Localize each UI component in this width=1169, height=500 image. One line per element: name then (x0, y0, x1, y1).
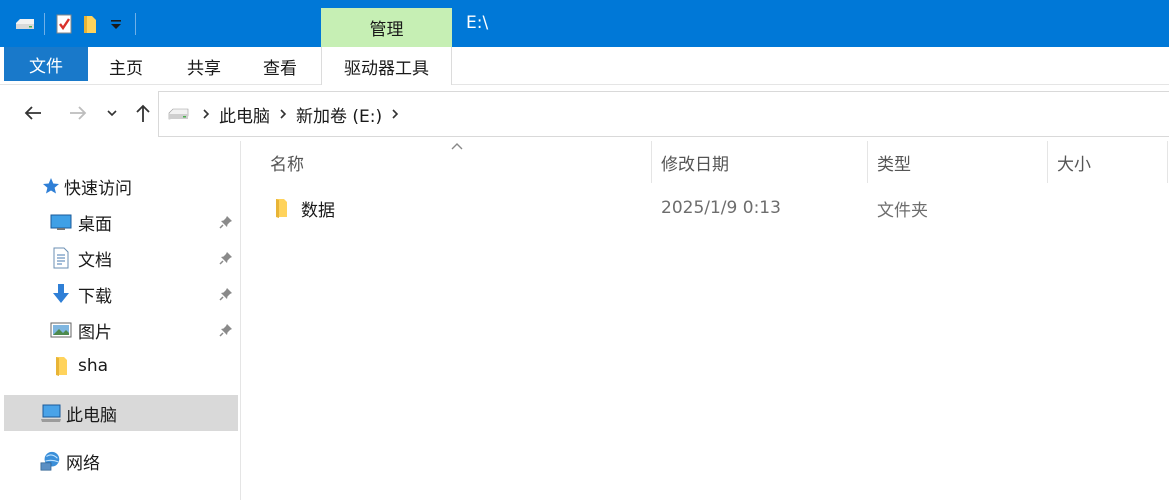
nav-label: 文档 (78, 250, 112, 271)
forward-arrow-icon (70, 106, 87, 120)
manage-tab[interactable]: 管理 (321, 8, 452, 47)
back-button[interactable] (20, 100, 46, 126)
computer-icon (40, 402, 62, 424)
nav-label: 桌面 (78, 214, 112, 235)
pin-icon[interactable] (218, 286, 234, 302)
drive-icon[interactable] (12, 10, 38, 38)
navigation-bar: 此电脑 新加卷 (E:) (0, 85, 1169, 141)
tab-view[interactable]: 查看 (248, 47, 312, 85)
quick-access-toolbar (12, 10, 142, 38)
window-title: E:\ (466, 13, 489, 33)
address-bar[interactable]: 此电脑 新加卷 (E:) (158, 91, 1169, 137)
pin-icon[interactable] (218, 250, 234, 266)
star-icon (40, 175, 62, 197)
nav-label: 下载 (78, 286, 112, 307)
nav-item-documents[interactable]: 文档 (50, 240, 238, 276)
chevron-right-icon[interactable] (390, 107, 400, 121)
nav-quick-access[interactable]: 快速访问 (40, 168, 238, 204)
forward-button[interactable] (65, 100, 91, 126)
ribbon-tabs: 文件 主页 共享 查看 驱动器工具 (0, 47, 1169, 85)
breadcrumb: 此电脑 新加卷 (E:) (191, 102, 400, 127)
document-icon (50, 247, 72, 269)
back-arrow-icon (24, 106, 41, 120)
column-divider[interactable] (651, 141, 652, 183)
folder-icon (50, 355, 72, 377)
file-type: 文件夹 (877, 200, 928, 221)
network-icon (40, 450, 62, 472)
new-folder-icon[interactable] (77, 10, 103, 38)
column-header-name[interactable]: 名称 (270, 141, 650, 183)
chevron-right-icon (280, 109, 287, 119)
table-row[interactable]: 数据 2025/1/9 0:13 文件夹 (242, 190, 1169, 226)
customize-toolbar-icon[interactable] (103, 10, 129, 38)
column-header-modified[interactable]: 修改日期 (661, 141, 861, 183)
pin-icon[interactable] (218, 322, 234, 338)
nav-item-sha[interactable]: sha (50, 348, 238, 384)
nav-item-desktop[interactable]: 桌面 (50, 204, 238, 240)
toolbar-divider (44, 13, 45, 35)
breadcrumb-volume-e[interactable]: 新加卷 (E:) (296, 102, 382, 127)
nav-label: 网络 (66, 453, 100, 474)
tab-home[interactable]: 主页 (94, 47, 158, 85)
column-divider[interactable] (1167, 141, 1168, 183)
file-modified: 2025/1/9 0:13 (661, 198, 781, 218)
file-list: 名称 修改日期 类型 大小 数据 2025/1/9 0:13 文件夹 (242, 141, 1169, 500)
chevron-down-icon (107, 110, 117, 117)
chevron-right-icon (203, 109, 210, 119)
column-divider[interactable] (1047, 141, 1048, 183)
desktop-icon (50, 211, 72, 233)
folder-icon (272, 190, 290, 226)
breadcrumb-this-pc[interactable]: 此电脑 (219, 102, 270, 127)
nav-label: 快速访问 (64, 178, 132, 199)
tab-file[interactable]: 文件 (4, 47, 88, 81)
tab-share[interactable]: 共享 (172, 47, 236, 85)
nav-item-downloads[interactable]: 下载 (50, 276, 238, 312)
nav-label: 此电脑 (66, 405, 117, 426)
nav-this-pc[interactable]: 此电脑 (4, 395, 238, 431)
drive-icon (167, 106, 191, 122)
nav-item-pictures[interactable]: 图片 (50, 312, 238, 348)
column-divider[interactable] (867, 141, 868, 183)
properties-icon[interactable] (51, 10, 77, 38)
up-arrow-icon (136, 104, 150, 122)
nav-label: sha (78, 356, 109, 376)
toolbar-divider (135, 13, 136, 35)
title-bar: 管理 E:\ (0, 0, 1169, 47)
picture-icon (50, 319, 72, 341)
column-header-type[interactable]: 类型 (877, 141, 1047, 183)
recent-locations-button[interactable] (104, 100, 120, 126)
download-arrow-icon (50, 283, 72, 305)
up-button[interactable] (131, 100, 155, 126)
column-header-size[interactable]: 大小 (1057, 141, 1157, 183)
pin-icon[interactable] (218, 214, 234, 230)
nav-label: 图片 (78, 322, 112, 343)
tab-drive-tools[interactable]: 驱动器工具 (321, 47, 452, 85)
nav-network[interactable]: 网络 (4, 443, 238, 479)
file-name[interactable]: 数据 (301, 190, 335, 226)
navigation-pane: 快速访问 桌面 文档 下载 图片 sha 此电脑 网络 (0, 141, 241, 500)
